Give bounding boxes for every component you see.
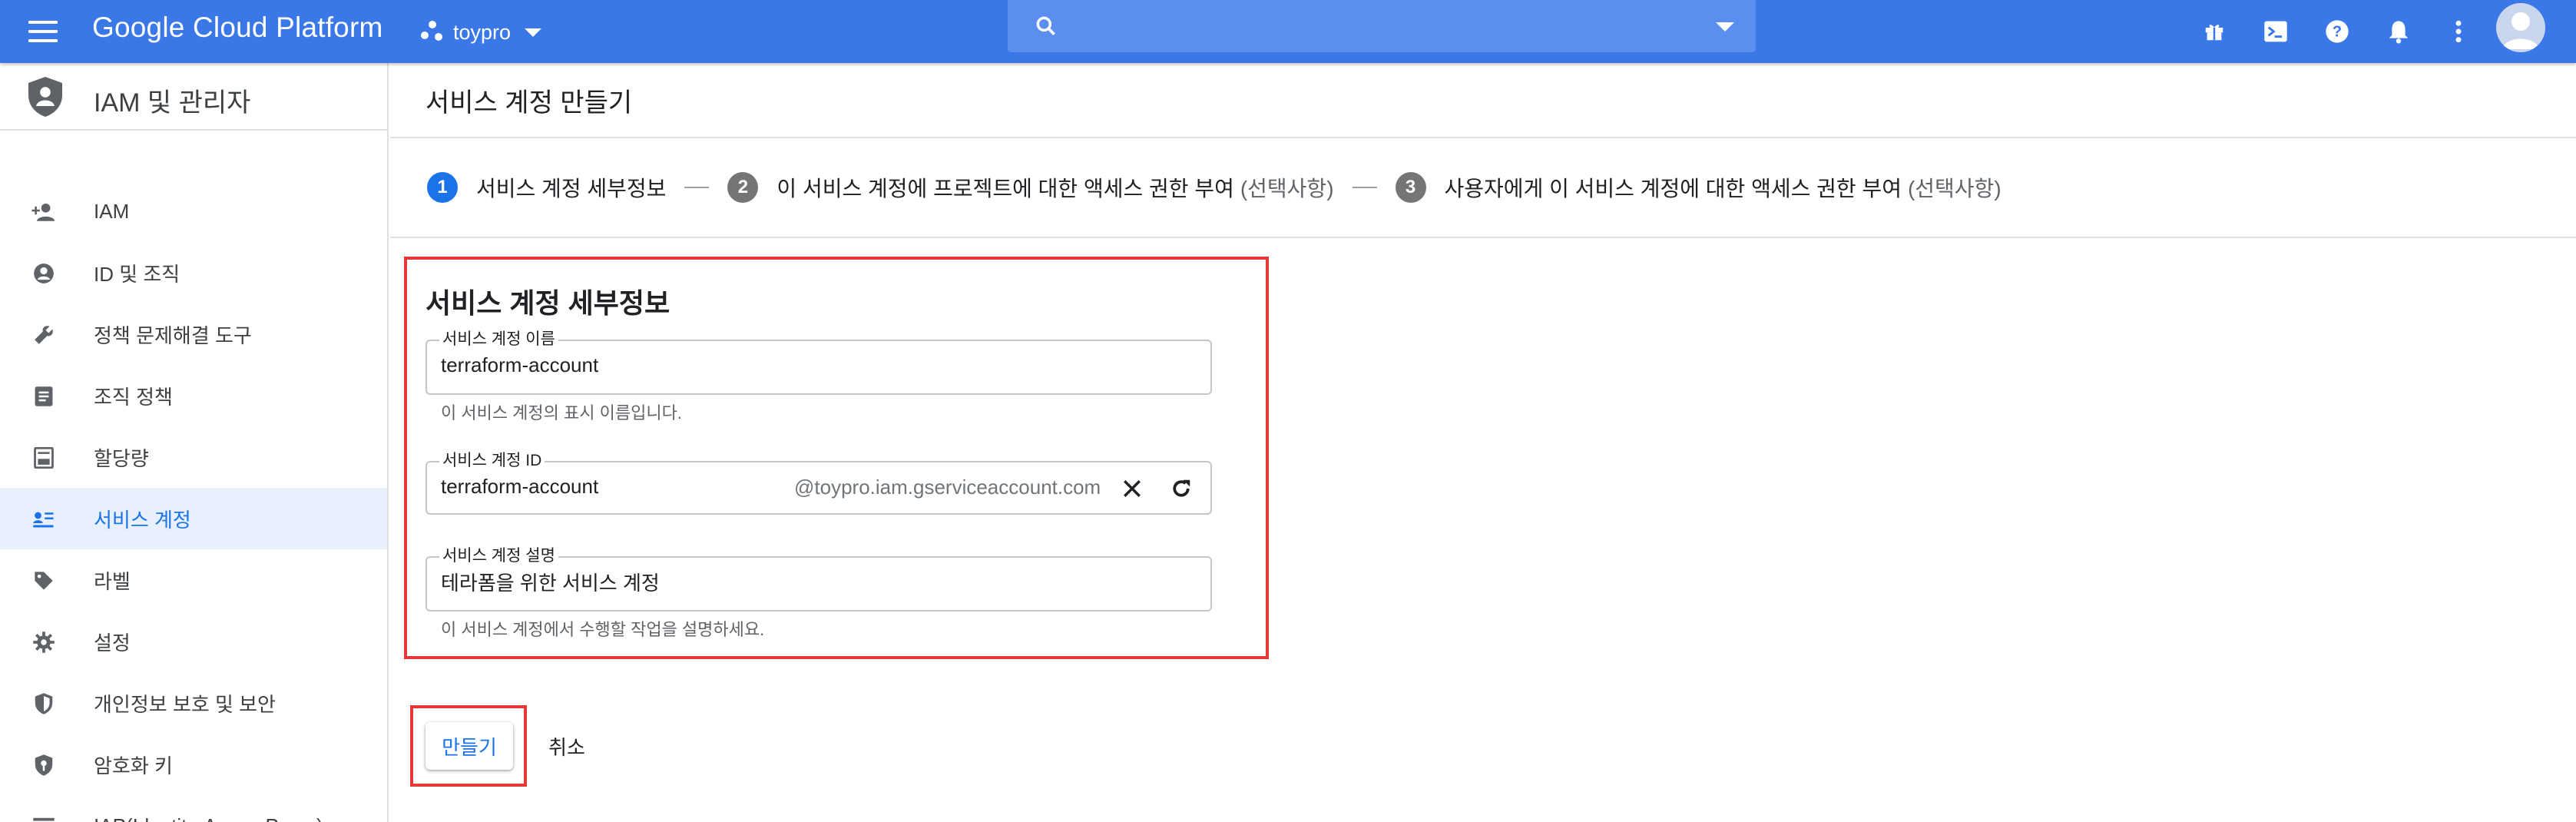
close-icon[interactable] (1117, 473, 1147, 504)
gift-icon[interactable] (2197, 14, 2232, 49)
service-account-id-field[interactable]: 서비스 계정 ID @toypro.iam.gserviceaccount.co… (425, 452, 1212, 515)
person-add-icon (31, 199, 57, 225)
step-3-number: 3 (1395, 172, 1426, 203)
iam-shield-icon (28, 77, 62, 117)
sidebar-item-label: 할당량 (94, 446, 149, 470)
search-dropdown-icon[interactable] (1716, 22, 1734, 31)
account-circle-icon (31, 260, 57, 287)
sidebar-item-privacy-security[interactable]: 개인정보 보호 및 보안 (0, 672, 387, 734)
step-1-number: 1 (427, 172, 458, 203)
cloud-shell-icon[interactable] (2258, 14, 2293, 49)
section-title: 서비스 계정 세부정보 (425, 287, 670, 319)
field-label: 서비스 계정 이름 (439, 330, 558, 349)
sidebar-header: IAM 및 관리자 (0, 63, 387, 131)
sidebar-item-iam[interactable]: IAM (0, 181, 387, 242)
sidebar-item-labels[interactable]: 라벨 (0, 549, 387, 611)
create-button[interactable]: 만들기 (425, 722, 513, 770)
project-name: toypro (453, 20, 512, 44)
label-icon (31, 568, 57, 594)
header-divider (390, 137, 2576, 138)
gear-icon (31, 629, 57, 655)
privacy-shield-icon (31, 691, 57, 717)
sidebar-title: IAM 및 관리자 (94, 88, 251, 118)
step-3-label[interactable]: 사용자에게 이 서비스 계정에 대한 액세스 권한 부여 (1445, 172, 1902, 203)
wrench-icon (31, 322, 57, 348)
sidebar-item-policy-troubleshooter[interactable]: 정책 문제해결 도구 (0, 303, 387, 365)
step-2-optional: (선택사항) (1240, 177, 1334, 201)
field-label: 서비스 계정 ID (439, 452, 545, 470)
project-dots-icon (421, 21, 444, 44)
step-connector (684, 187, 710, 188)
service-account-name-input[interactable] (441, 353, 779, 377)
sidebar: IAM 및 관리자 IAM ID 및 조직 정책 문제해결 도구 조직 정책 할… (0, 63, 389, 822)
sidebar-item-label: 서비스 계정 (94, 508, 191, 532)
sidebar-item-label: IAM (94, 199, 130, 223)
top-app-bar: Google Cloud Platform toypro ? (0, 0, 2576, 63)
notifications-icon[interactable] (2381, 14, 2416, 49)
step-connector (1352, 187, 1377, 188)
service-account-id-input[interactable] (441, 475, 779, 499)
service-account-id-suffix: @toypro.iam.gserviceaccount.com (794, 476, 1101, 499)
step-3-optional: (선택사항) (1907, 177, 2002, 201)
service-account-name-hint: 이 서비스 계정의 표시 이름입니다. (441, 403, 682, 423)
step-2-number: 2 (727, 172, 759, 203)
sidebar-item-label: ID 및 조직 (94, 262, 180, 286)
sidebar-item-org-policies[interactable]: 조직 정책 (0, 365, 387, 426)
search-icon (1036, 16, 1055, 35)
sidebar-item-settings[interactable]: 설정 (0, 611, 387, 672)
service-account-description-input[interactable] (441, 570, 779, 594)
cancel-button[interactable]: 취소 (542, 722, 591, 770)
service-account-description-hint: 이 서비스 계정에서 수행할 작업을 설명하세요. (441, 620, 765, 639)
service-account-description-field[interactable]: 서비스 계정 설명 (425, 547, 1212, 612)
brand-title[interactable]: Google Cloud Platform (92, 11, 383, 45)
key-shield-icon (31, 752, 57, 778)
field-label: 서비스 계정 설명 (439, 547, 558, 565)
sidebar-item-label: 개인정보 보호 및 보안 (94, 692, 276, 716)
search-input[interactable] (1008, 0, 1756, 52)
more-vert-icon[interactable] (2441, 14, 2476, 49)
sidebar-item-iap[interactable]: IAP(Identity-Aware Proxy) (0, 795, 387, 822)
sidebar-item-label: 정책 문제해결 도구 (94, 323, 252, 347)
account-avatar[interactable] (2496, 3, 2545, 52)
stepper-divider (390, 237, 2576, 238)
sidebar-item-quotas[interactable]: 할당량 (0, 426, 387, 488)
sidebar-item-label: IAP(Identity-Aware Proxy) (94, 814, 323, 822)
iap-icon (31, 814, 57, 822)
sidebar-item-encryption-keys[interactable]: 암호화 키 (0, 734, 387, 795)
sidebar-item-label: 라벨 (94, 569, 131, 593)
sidebar-item-label: 설정 (94, 631, 131, 655)
sidebar-item-id-org[interactable]: ID 및 조직 (0, 242, 387, 303)
project-selector[interactable]: toypro (421, 15, 542, 49)
step-2-label[interactable]: 이 서비스 계정에 프로젝트에 대한 액세스 권한 부여 (776, 172, 1233, 203)
hamburger-menu-icon[interactable] (25, 13, 61, 50)
service-account-name-field[interactable]: 서비스 계정 이름 (425, 330, 1212, 395)
sidebar-item-label: 암호화 키 (94, 754, 173, 777)
svg-text:?: ? (2333, 24, 2342, 41)
step-1-label[interactable]: 서비스 계정 세부정보 (476, 172, 666, 203)
list-doc-icon (31, 383, 57, 409)
help-icon[interactable]: ? (2319, 14, 2355, 49)
refresh-icon[interactable] (1166, 473, 1197, 504)
chevron-down-icon (525, 28, 542, 37)
page-title: 서비스 계정 만들기 (425, 88, 633, 118)
quota-icon (31, 445, 57, 471)
sidebar-item-service-accounts[interactable]: 서비스 계정 (0, 488, 387, 549)
sidebar-item-label: 조직 정책 (94, 385, 173, 409)
service-account-icon (31, 506, 57, 532)
stepper: 1 서비스 계정 세부정보 2 이 서비스 계정에 프로젝트에 대한 액세스 권… (427, 171, 2002, 204)
